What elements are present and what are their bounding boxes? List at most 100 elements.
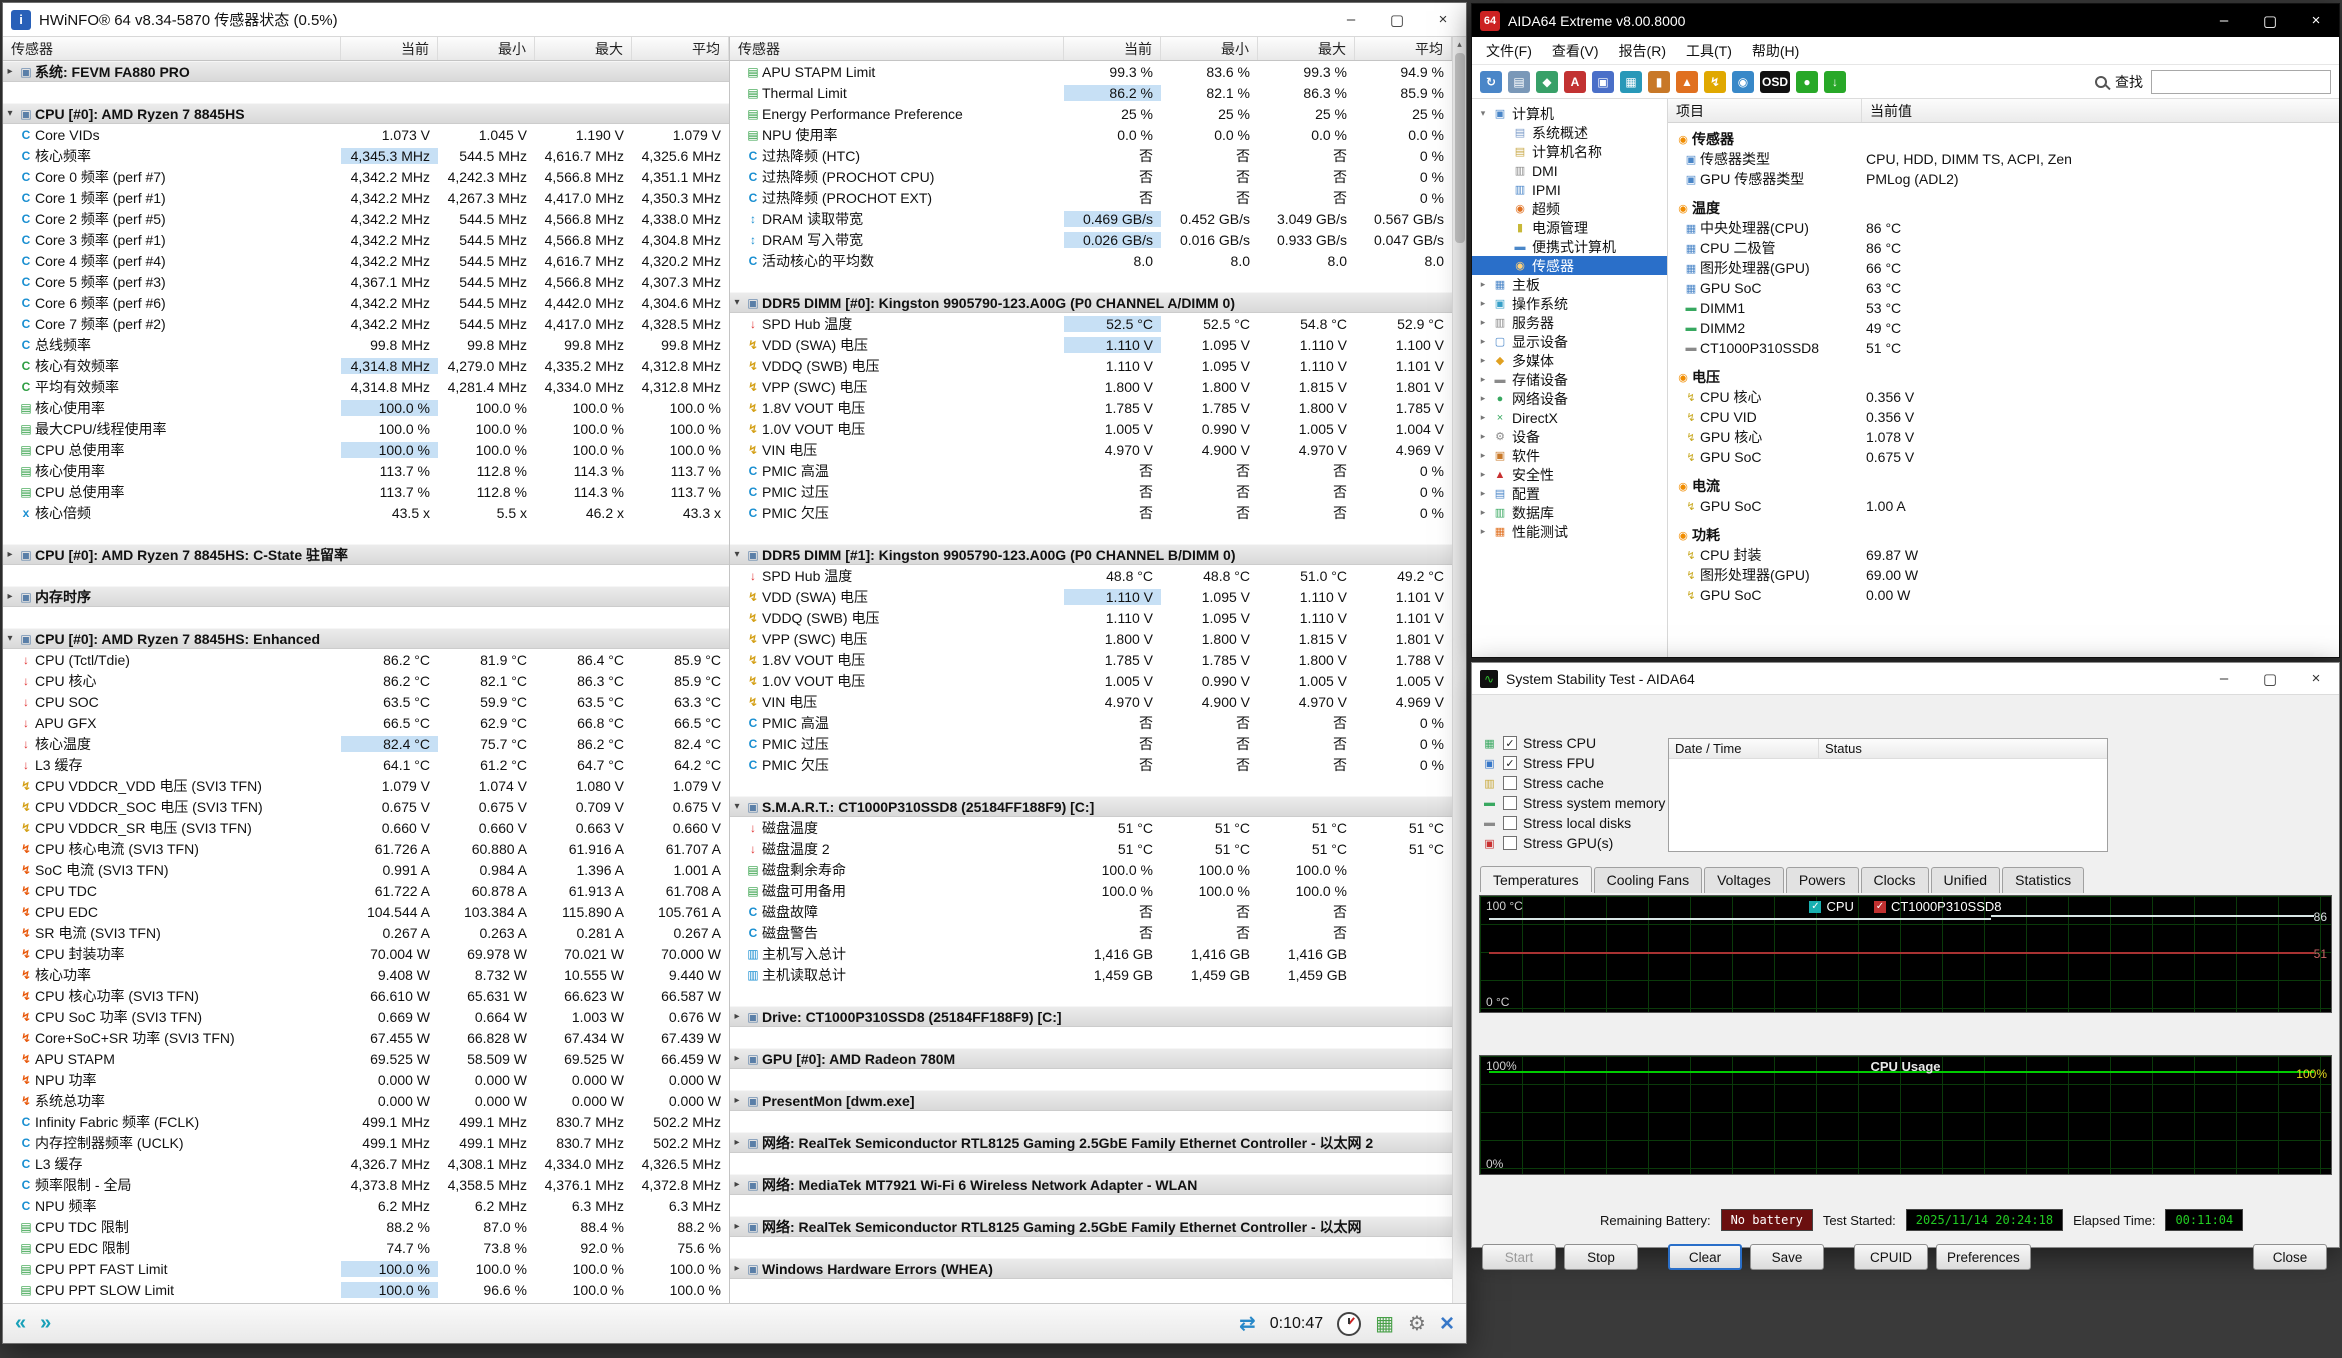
sensor-row[interactable]: ↯ Core+SoC+SR 功率 (SVI3 TFN) 67.455 W 66.…	[3, 1027, 729, 1048]
minimize-button[interactable]: –	[1328, 3, 1374, 36]
sensor-row[interactable]: C Core 0 频率 (perf #7) 4,342.2 MHz 4,242.…	[3, 166, 729, 187]
toolbar-icon[interactable]: OSD	[1760, 70, 1791, 93]
sensor-row[interactable]: C 总线频率 99.8 MHz 99.8 MHz 99.8 MHz 99.8 M…	[3, 334, 729, 355]
sensor-row[interactable]: C 平均有效频率 4,314.8 MHz 4,281.4 MHz 4,334.0…	[3, 376, 729, 397]
sensor-row[interactable]: C 磁盘警告 否 否 否	[730, 922, 1452, 943]
legend-item[interactable]: ✓ CT1000P310SSD8	[1873, 899, 2002, 914]
logging-icon[interactable]: ▦	[1375, 1311, 1394, 1336]
tree-chevron-icon[interactable]: ▸	[1478, 469, 1488, 480]
column-current[interactable]: 当前	[341, 37, 438, 60]
scroll-columns-left-icon[interactable]: «	[15, 1312, 26, 1335]
search-icon[interactable]	[2095, 75, 2107, 88]
search-input[interactable]	[2151, 69, 2331, 94]
tree-chevron-icon[interactable]: ▸	[1478, 298, 1488, 309]
sensor-row[interactable]: C Core 2 频率 (perf #5) 4,342.2 MHz 544.5 …	[3, 208, 729, 229]
log-column-status[interactable]: Status	[1819, 739, 2107, 758]
menu-item[interactable]: 帮助(H)	[1742, 37, 1809, 65]
sensor-row[interactable]: ▸ ▣ PresentMon [dwm.exe]	[730, 1090, 1452, 1111]
close-x-icon[interactable]: ×	[1440, 1310, 1454, 1338]
sensor-row[interactable]: ▤ CPU EDC 限制 74.7 % 73.8 % 92.0 % 75.6 %	[3, 1237, 729, 1258]
sensor-row[interactable]: C 磁盘故障 否 否 否	[730, 901, 1452, 922]
sensor-row[interactable]: C 过热降频 (PROCHOT CPU) 否 否 否 0 %	[730, 166, 1452, 187]
sensor-row[interactable]: ▤ APU STAPM Limit 99.3 % 83.6 % 99.3 % 9…	[730, 61, 1452, 82]
sensor-row[interactable]: C Core 6 频率 (perf #6) 4,342.2 MHz 544.5 …	[3, 292, 729, 313]
tree-chevron-icon[interactable]: ▸	[1478, 393, 1488, 404]
sensor-row[interactable]: ▤ CPU TDC 限制 88.2 % 87.0 % 88.4 % 88.2 %	[3, 1216, 729, 1237]
sensor-row[interactable]: C Core 4 频率 (perf #4) 4,342.2 MHz 544.5 …	[3, 250, 729, 271]
sensor-row[interactable]: C Core VIDs 1.073 V 1.045 V 1.190 V 1.07…	[3, 124, 729, 145]
column-min[interactable]: 最小	[438, 37, 535, 60]
tree-chevron-icon[interactable]: ▸	[1478, 450, 1488, 461]
sensor-row[interactable]: ↯ SR 电流 (SVI3 TFN) 0.267 A 0.263 A 0.281…	[3, 922, 729, 943]
sensor-row[interactable]: ↯ APU STAPM 69.525 W 58.509 W 69.525 W 6…	[3, 1048, 729, 1069]
tree-item[interactable]: ▤ 计算机名称	[1472, 142, 1667, 161]
panel-row[interactable]: ↯ GPU SoC 0.00 W	[1668, 585, 2339, 605]
panel-row[interactable]: ▬ DIMM1 53 °C	[1668, 298, 2339, 318]
sensor-row[interactable]: C Core 7 频率 (perf #2) 4,342.2 MHz 544.5 …	[3, 313, 729, 334]
sensor-row[interactable]	[730, 1195, 1452, 1216]
panel-group-row[interactable]: ◉ 电流	[1668, 476, 2339, 496]
log-column-datetime[interactable]: Date / Time	[1669, 739, 1819, 758]
toolbar-icon[interactable]: ◆	[1536, 70, 1558, 93]
tree-chevron-icon[interactable]: ▸	[1478, 488, 1488, 499]
legend-item[interactable]: ✓ CPU	[1809, 899, 1854, 914]
maximize-button[interactable]: ▢	[1374, 3, 1420, 36]
maximize-button[interactable]: ▢	[2247, 4, 2293, 37]
sensor-row[interactable]: ↓ SPD Hub 温度 48.8 °C 48.8 °C 51.0 °C 49.…	[730, 565, 1452, 586]
tree-item[interactable]: ▸ ▢ 显示设备	[1472, 332, 1667, 351]
sensor-row[interactable]	[3, 607, 729, 628]
panel-row[interactable]: ▣ GPU 传感器类型 PMLog (ADL2)	[1668, 169, 2339, 189]
stress-option-row[interactable]: ▦ ✓ Stress CPU	[1482, 733, 1664, 753]
sensor-row[interactable]: ↯ CPU 核心功率 (SVI3 TFN) 66.610 W 65.631 W …	[3, 985, 729, 1006]
legend-checkbox-icon[interactable]: ✓	[1809, 900, 1822, 913]
settings-gear-icon[interactable]: ⚙	[1408, 1311, 1426, 1336]
sensor-row[interactable]: ↯ CPU VDDCR_SOC 电压 (SVI3 TFN) 0.675 V 0.…	[3, 796, 729, 817]
sensor-row[interactable]: C PMIC 高温 否 否 否 0 %	[730, 712, 1452, 733]
swap-columns-icon[interactable]: ⇄	[1239, 1311, 1256, 1336]
sensor-row[interactable]: ↓ CPU 核心 86.2 °C 82.1 °C 86.3 °C 85.9 °C	[3, 670, 729, 691]
close-button[interactable]: ×	[2293, 663, 2339, 694]
panel-group-row[interactable]: ◉ 传感器	[1668, 129, 2339, 149]
graph-tab[interactable]: Temperatures	[1480, 866, 1592, 892]
graph-tab[interactable]: Powers	[1785, 867, 1859, 893]
column-current-value[interactable]: 当前值	[1862, 99, 2339, 122]
sensor-row[interactable]: C 核心频率 4,345.3 MHz 544.5 MHz 4,616.7 MHz…	[3, 145, 729, 166]
maximize-button[interactable]: ▢	[2247, 663, 2293, 694]
panel-row[interactable]: ▦ 中央处理器(CPU) 86 °C	[1668, 218, 2339, 238]
sensor-row[interactable]: C 频率限制 - 全局 4,373.8 MHz 4,358.5 MHz 4,37…	[3, 1174, 729, 1195]
sensor-row[interactable]: C Core 5 频率 (perf #3) 4,367.1 MHz 544.5 …	[3, 271, 729, 292]
sensor-row[interactable]: ▾ ▣ DDR5 DIMM [#1]: Kingston 9905790-123…	[730, 544, 1452, 565]
sensor-row[interactable]: ▤ 最大CPU/线程使用率 100.0 % 100.0 % 100.0 % 10…	[3, 418, 729, 439]
panel-row[interactable]: ▣ 传感器类型 CPU, HDD, DIMM TS, ACPI, Zen	[1668, 149, 2339, 169]
sensor-row[interactable]: ▾ ▣ CPU [#0]: AMD Ryzen 7 8845HS: Enhanc…	[3, 628, 729, 649]
column-current[interactable]: 当前	[1064, 37, 1161, 60]
panel-row[interactable]: ↯ 图形处理器(GPU) 69.00 W	[1668, 565, 2339, 585]
sensor-row[interactable]: ▸ ▣ 网络: MediaTek MT7921 Wi-Fi 6 Wireless…	[730, 1174, 1452, 1195]
panel-row[interactable]: ↯ GPU SoC 1.00 A	[1668, 496, 2339, 516]
action-button[interactable]: Save	[1750, 1244, 1824, 1270]
tree-item[interactable]: ▸ ⚙ 设备	[1472, 427, 1667, 446]
toolbar-icon[interactable]: ↻	[1480, 70, 1502, 93]
minimize-button[interactable]: –	[2201, 4, 2247, 37]
graph-tab[interactable]: Voltages	[1704, 867, 1784, 893]
sensor-row[interactable]: C Infinity Fabric 频率 (FCLK) 499.1 MHz 49…	[3, 1111, 729, 1132]
stress-option-checkbox[interactable]	[1503, 776, 1517, 790]
column-avg[interactable]: 平均	[1355, 37, 1452, 60]
column-item[interactable]: 项目	[1668, 99, 1862, 122]
sensor-row[interactable]: ▤ Energy Performance Preference 25 % 25 …	[730, 103, 1452, 124]
panel-row[interactable]: ▦ GPU SoC 63 °C	[1668, 278, 2339, 298]
tree-item[interactable]: ▬ 便携式计算机	[1472, 237, 1667, 256]
sensor-row[interactable]: ▤ NPU 使用率 0.0 % 0.0 % 0.0 % 0.0 %	[730, 124, 1452, 145]
tree-chevron-icon[interactable]: ▸	[1478, 431, 1488, 442]
sensor-row[interactable]: ▤ CPU PPT SLOW Limit 100.0 % 96.6 % 100.…	[3, 1279, 729, 1300]
sensor-row[interactable]: ↕ DRAM 读取带宽 0.469 GB/s 0.452 GB/s 3.049 …	[730, 208, 1452, 229]
sensor-row[interactable]: ↯ CPU 核心电流 (SVI3 TFN) 61.726 A 60.880 A …	[3, 838, 729, 859]
sensor-row[interactable]: ↯ VPP (SWC) 电压 1.800 V 1.800 V 1.815 V 1…	[730, 628, 1452, 649]
panel-row[interactable]: ↯ GPU SoC 0.675 V	[1668, 447, 2339, 467]
close-button[interactable]: ×	[2293, 4, 2339, 37]
sensor-row[interactable]: ▤ 磁盘可用备用 100.0 % 100.0 % 100.0 %	[730, 880, 1452, 901]
tree-chevron-icon[interactable]: ▸	[1478, 526, 1488, 537]
sensor-row[interactable]: C PMIC 过压 否 否 否 0 %	[730, 733, 1452, 754]
sensor-row[interactable]: C PMIC 欠压 否 否 否 0 %	[730, 754, 1452, 775]
sensor-row[interactable]	[3, 523, 729, 544]
